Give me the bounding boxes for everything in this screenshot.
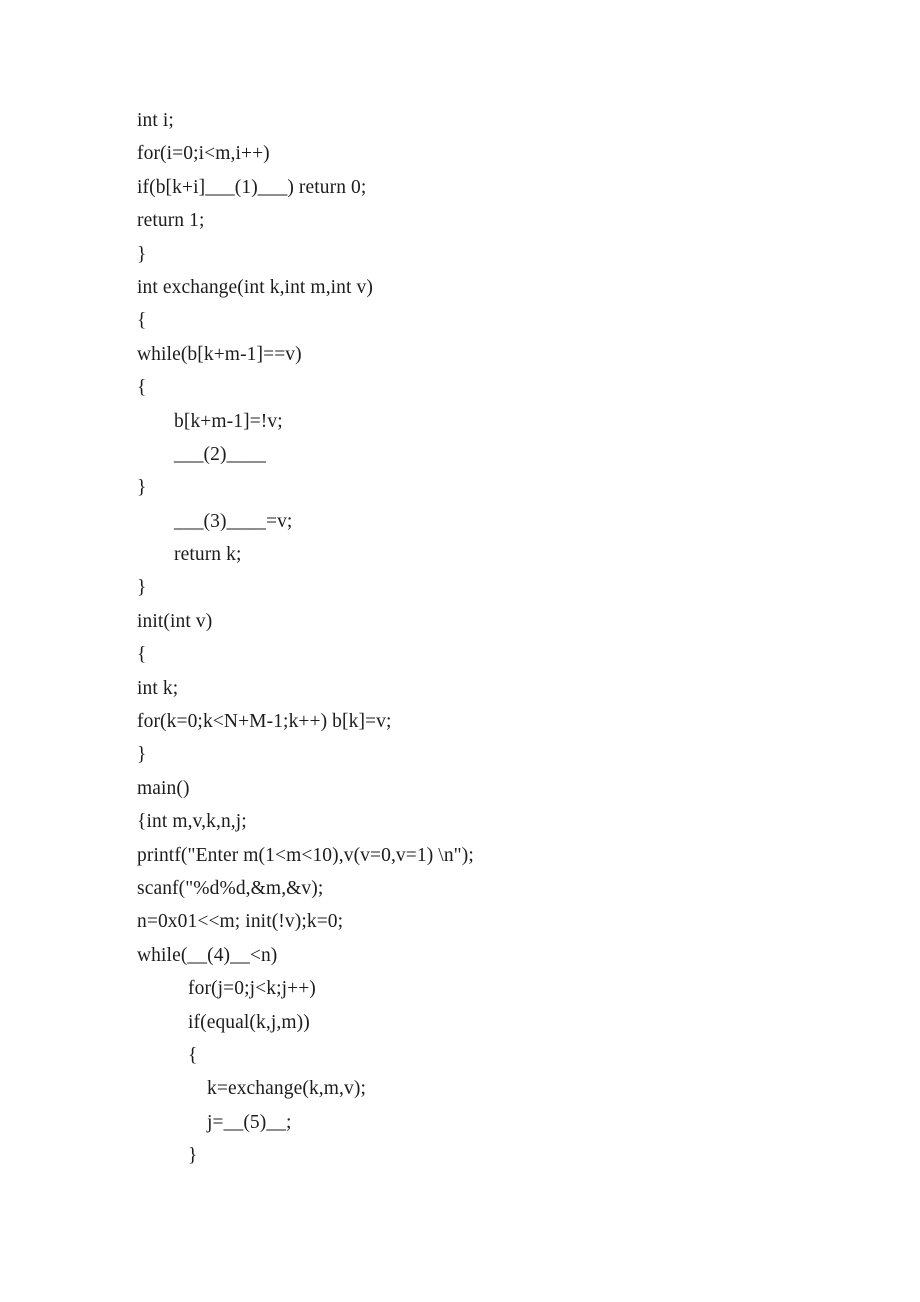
- code-line: while(b[k+m-1]==v): [137, 343, 302, 365]
- code-line: }: [137, 243, 147, 265]
- code-line: {: [137, 310, 147, 332]
- code-line: for(i=0;i<m,i++): [137, 143, 270, 165]
- code-line: while(__(4)__<n): [137, 944, 278, 966]
- code-line: for(j=0;j<k;j++): [188, 978, 316, 1000]
- code-line: int exchange(int k,int m,int v): [137, 276, 373, 298]
- code-line: }: [137, 477, 147, 499]
- code-line: if(b[k+i]___(1)___) return 0;: [137, 176, 367, 198]
- code-line: main(): [137, 777, 190, 799]
- code-line: return k;: [174, 544, 242, 566]
- code-line: n=0x01<<m; init(!v);k=0;: [137, 911, 344, 933]
- code-line: }: [188, 1145, 198, 1167]
- code-line: }: [137, 744, 147, 766]
- code-line: return 1;: [137, 210, 205, 232]
- code-line: ___(2)____: [174, 443, 266, 465]
- code-line: {: [137, 644, 147, 666]
- code-line: k=exchange(k,m,v);: [207, 1078, 366, 1100]
- code-line: b[k+m-1]=!v;: [174, 410, 283, 432]
- code-line: if(equal(k,j,m)): [188, 1011, 310, 1033]
- code-line: init(int v): [137, 610, 213, 632]
- code-line: j=__(5)__;: [207, 1111, 292, 1133]
- code-line: {: [188, 1044, 198, 1066]
- code-line: printf("Enter m(1<m<10),v(v=0,v=1) \n");: [137, 844, 474, 866]
- code-listing: int i; for(i=0;i<m,i++) if(b[k+i]___(1)___…: [137, 104, 837, 1173]
- code-line: scanf("%d%d,&m,&v);: [137, 877, 324, 899]
- code-line: {: [137, 377, 147, 399]
- code-line: for(k=0;k<N+M-1;k++) b[k]=v;: [137, 711, 392, 733]
- code-line: {int m,v,k,n,j;: [137, 811, 247, 833]
- code-line: int k;: [137, 677, 179, 699]
- code-line: }: [137, 577, 147, 599]
- code-line: int i;: [137, 110, 174, 131]
- code-line: ___(3)____=v;: [174, 510, 293, 532]
- document-page: int i; for(i=0;i<m,i++) if(b[k+i]___(1)___…: [0, 0, 920, 1302]
